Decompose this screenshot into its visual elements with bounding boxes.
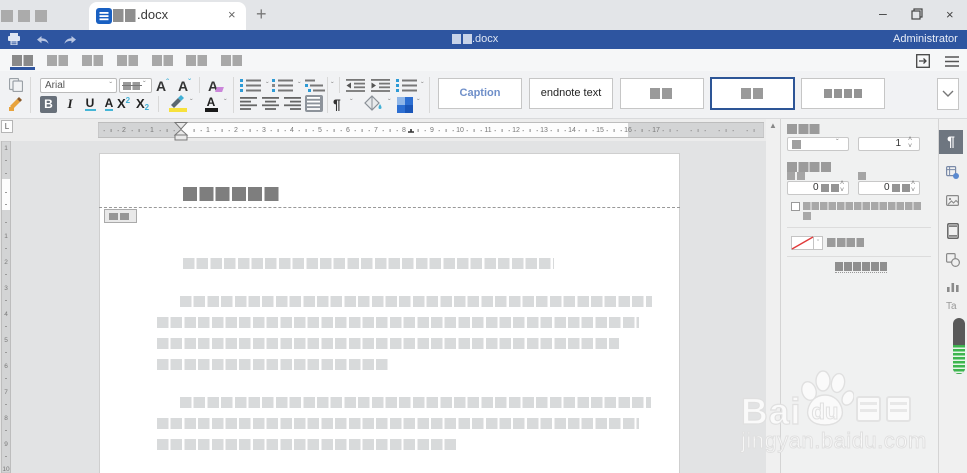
svg-text:14: 14 [568, 127, 576, 134]
svg-text:6: 6 [4, 363, 8, 370]
svg-text:9: 9 [430, 127, 434, 134]
svg-text:3: 3 [262, 127, 266, 134]
svg-text:du: du [812, 399, 839, 424]
svg-text:8: 8 [402, 127, 406, 134]
svg-text:12: 12 [512, 127, 520, 134]
svg-text:1: 1 [150, 127, 154, 134]
svg-text:17: 17 [652, 127, 660, 134]
svg-text:16: 16 [624, 127, 632, 134]
svg-text:2: 2 [234, 127, 238, 134]
svg-text:6: 6 [346, 127, 350, 134]
svg-text:5: 5 [318, 127, 322, 134]
svg-text:1: 1 [4, 233, 8, 240]
svg-text:2: 2 [4, 259, 8, 266]
svg-text:15: 15 [596, 127, 604, 134]
svg-text:7: 7 [374, 127, 378, 134]
svg-text:10: 10 [2, 466, 10, 473]
svg-text:7: 7 [4, 389, 8, 396]
svg-text:4: 4 [290, 127, 294, 134]
svg-text:1: 1 [4, 145, 8, 152]
svg-text:1: 1 [206, 127, 210, 134]
svg-text:8: 8 [4, 415, 8, 422]
svg-text:13: 13 [540, 127, 548, 134]
svg-text:2: 2 [122, 127, 126, 134]
svg-text:10: 10 [456, 127, 464, 134]
svg-text:5: 5 [4, 337, 8, 344]
svg-text:3: 3 [4, 285, 8, 292]
svg-text:11: 11 [484, 127, 491, 134]
svg-text:9: 9 [4, 441, 8, 448]
svg-text:4: 4 [4, 311, 8, 318]
